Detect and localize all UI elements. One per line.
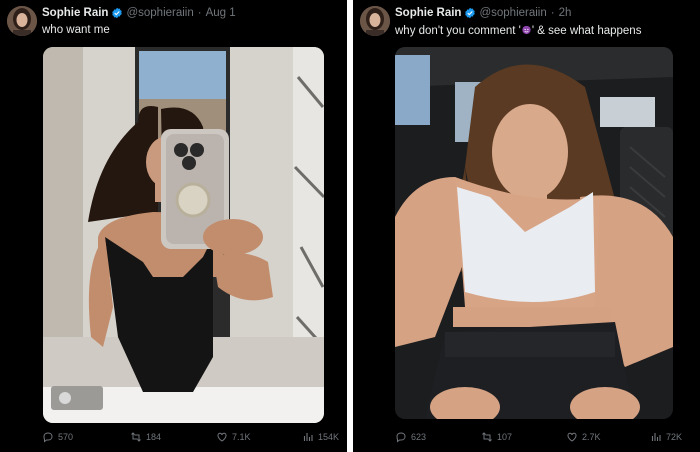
reply-count: 570	[58, 432, 74, 442]
like-button[interactable]: 7.1K	[216, 431, 251, 443]
author-handle[interactable]: @sophieraiin	[479, 7, 546, 19]
avatar[interactable]	[7, 6, 37, 36]
tweet-card[interactable]: Sophie Rain @sophieraiin · Aug 1 who wan…	[0, 0, 347, 452]
separator-dot: ·	[550, 7, 555, 19]
tweet-actions: 570 184 7.1K 154K	[42, 431, 339, 445]
like-count: 2.7K	[582, 432, 601, 442]
repost-button[interactable]: 184	[130, 431, 161, 443]
avatar[interactable]	[360, 6, 390, 36]
tweet-photo[interactable]	[43, 47, 324, 423]
author-handle[interactable]: @sophieraiin	[126, 7, 193, 19]
repost-button[interactable]: 107	[481, 431, 512, 443]
author-name[interactable]: Sophie Rain	[42, 7, 108, 19]
tweet-header: Sophie Rain @sophieraiin · Aug 1	[42, 7, 236, 19]
tweet-card[interactable]: Sophie Rain @sophieraiin · 2h why don't …	[353, 0, 700, 452]
views-icon	[651, 433, 661, 441]
views-button[interactable]: 154K	[302, 431, 339, 443]
repost-count: 184	[146, 432, 162, 442]
like-icon	[217, 432, 227, 442]
verified-badge-icon	[112, 7, 123, 19]
reply-icon	[43, 432, 53, 443]
smiling-devil-emoji-icon	[522, 25, 531, 35]
repost-icon	[482, 432, 492, 442]
tweet-text-before: why don't you comment '	[395, 25, 521, 37]
screenshot: Sophie Rain @sophieraiin · Aug 1 who wan…	[0, 0, 700, 452]
tweet-photo[interactable]	[395, 47, 673, 419]
views-button[interactable]: 72K	[650, 431, 682, 443]
like-button[interactable]: 2.7K	[566, 431, 601, 443]
reply-button[interactable]: 623	[395, 431, 426, 443]
repost-count: 107	[497, 432, 513, 442]
reply-button[interactable]: 570	[42, 431, 73, 443]
tweet-text-after: ' & see what happens	[531, 25, 642, 37]
like-icon	[567, 432, 577, 442]
views-count: 72K	[666, 432, 683, 442]
separator-dot: ·	[197, 7, 202, 19]
timestamp[interactable]: 2h	[559, 7, 572, 19]
tweet-text: why don't you comment ' ' & see what hap…	[395, 24, 641, 37]
verified-badge-icon	[465, 7, 476, 19]
timestamp[interactable]: Aug 1	[206, 7, 236, 19]
views-count: 154K	[318, 432, 340, 442]
repost-icon	[131, 432, 141, 442]
like-count: 7.1K	[232, 432, 251, 442]
tweet-header: Sophie Rain @sophieraiin · 2h	[395, 7, 571, 19]
tweet-text: who want me	[42, 24, 110, 36]
reply-icon	[396, 432, 406, 443]
tweet-actions: 623 107 2.7K 72K	[395, 431, 692, 445]
views-icon	[303, 433, 313, 441]
reply-count: 623	[411, 432, 427, 442]
author-name[interactable]: Sophie Rain	[395, 7, 461, 19]
